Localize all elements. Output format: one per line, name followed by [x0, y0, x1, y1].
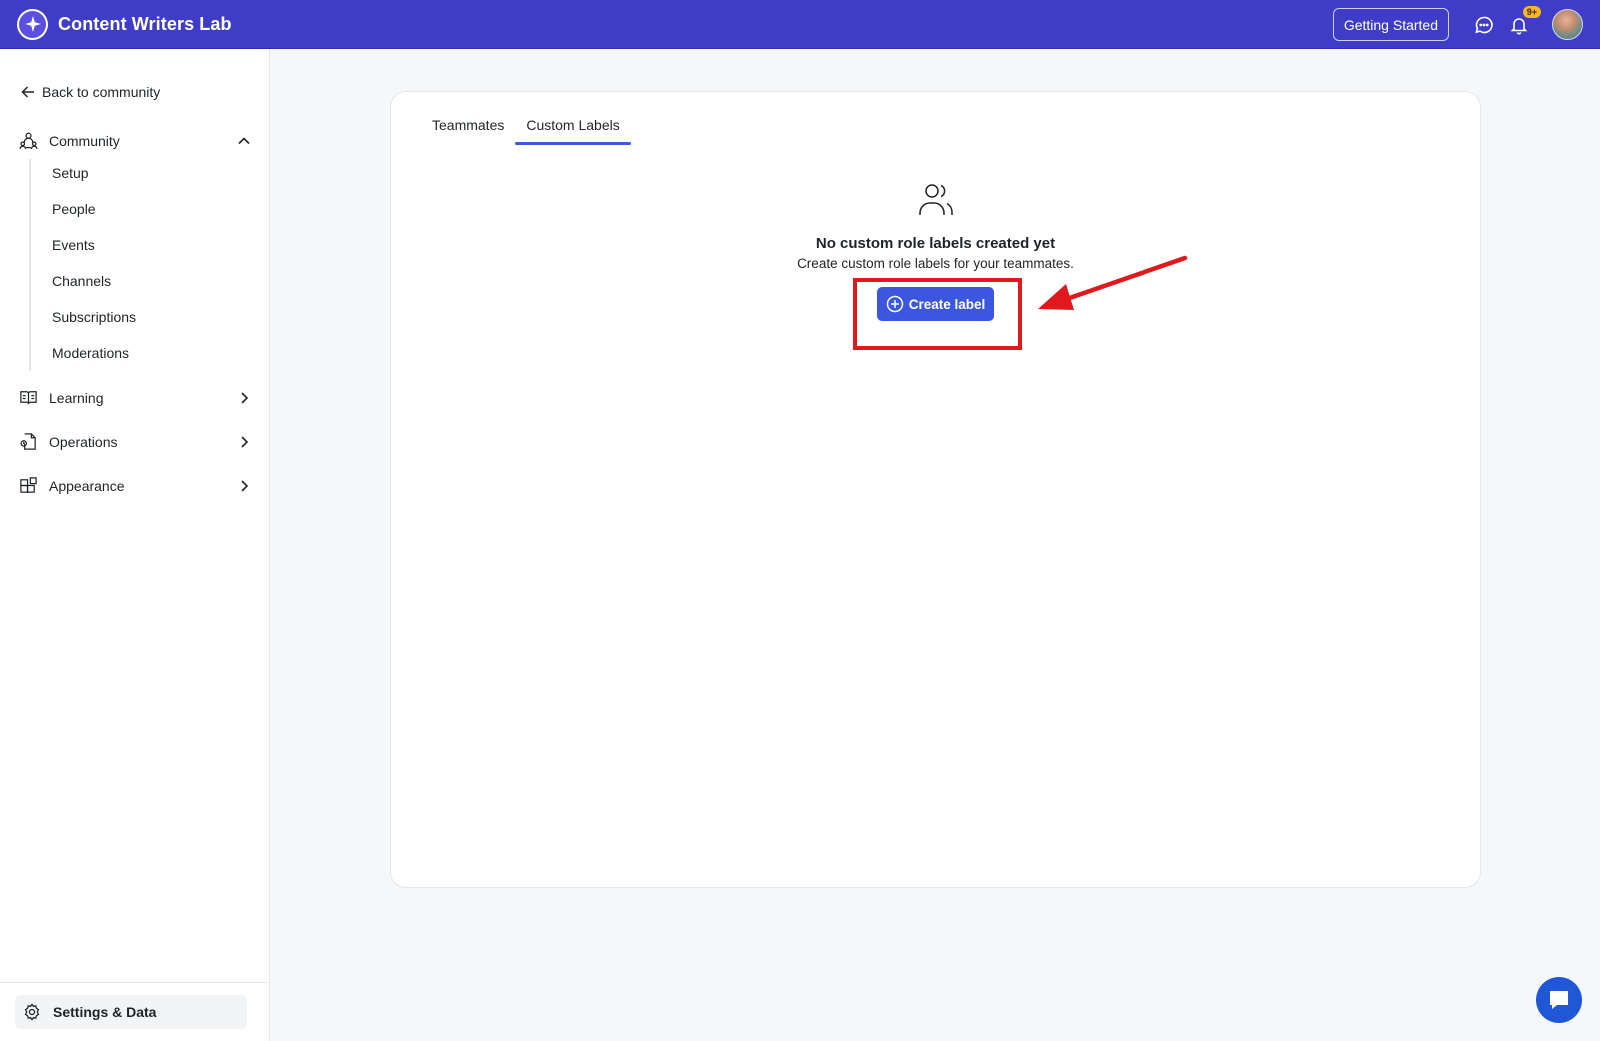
appearance-icon — [20, 477, 37, 493]
users-icon — [918, 184, 953, 215]
sidebar-section-operations-label: Operations — [49, 433, 118, 450]
book-icon — [20, 391, 37, 405]
sidebar-section-appearance[interactable]: Appearance — [19, 476, 251, 495]
notification-bell-icon[interactable]: 9+ — [1508, 4, 1542, 36]
sidebar: Back to community Community Setup People… — [0, 49, 270, 1041]
sidebar-divider — [0, 982, 269, 983]
highlight-annotation-box — [853, 278, 1022, 350]
getting-started-button[interactable]: Getting Started — [1332, 8, 1449, 41]
settings-and-data-button[interactable]: Settings & Data — [15, 995, 247, 1029]
chevron-up-icon — [238, 136, 250, 144]
top-navigation-bar: Content Writers Lab Getting Started 9+ — [0, 0, 1600, 49]
support-chat-button[interactable] — [1536, 977, 1582, 1023]
sidebar-item-setup[interactable]: Setup — [52, 165, 89, 181]
brand-name: Content Writers Lab — [58, 13, 232, 34]
settings-and-data-label: Settings & Data — [53, 1004, 157, 1020]
chevron-right-icon — [241, 479, 249, 492]
sidebar-item-subscriptions[interactable]: Subscriptions — [52, 309, 136, 325]
sidebar-section-community-label: Community — [49, 132, 120, 149]
sidebar-section-appearance-label: Appearance — [49, 477, 125, 494]
brand-logo-icon — [17, 8, 48, 40]
community-icon — [19, 132, 38, 150]
sidebar-item-events[interactable]: Events — [52, 237, 95, 253]
sidebar-item-people[interactable]: People — [52, 201, 96, 217]
gear-icon — [24, 1003, 40, 1021]
red-arrow-annotation — [1038, 255, 1188, 310]
back-to-community-link[interactable]: Back to community — [21, 84, 160, 100]
chevron-right-icon — [241, 391, 249, 404]
tab-custom-labels[interactable]: Custom Labels — [515, 117, 632, 145]
sidebar-item-moderations[interactable]: Moderations — [52, 345, 129, 361]
tab-teammates[interactable]: Teammates — [421, 117, 515, 145]
brand[interactable]: Content Writers Lab — [17, 8, 232, 40]
arrow-left-icon — [21, 86, 34, 98]
notification-badge: 9+ — [1521, 4, 1542, 19]
sidebar-section-community[interactable]: Community — [19, 131, 251, 150]
community-sub-list: Setup People Events Channels Subscriptio… — [29, 159, 229, 371]
sidebar-item-channels[interactable]: Channels — [52, 273, 111, 289]
chat-icon[interactable] — [1473, 14, 1495, 36]
empty-state-title: No custom role labels created yet — [815, 235, 1056, 252]
user-avatar[interactable] — [1552, 9, 1583, 40]
custom-labels-card: Teammates Custom Labels No custom role l… — [390, 91, 1481, 888]
chat-bubble-icon — [1550, 991, 1568, 1009]
sidebar-section-operations[interactable]: Operations — [19, 432, 251, 451]
tabs: Teammates Custom Labels — [421, 117, 632, 145]
back-to-community-label: Back to community — [42, 84, 161, 100]
sidebar-section-learning-label: Learning — [49, 389, 104, 406]
sidebar-section-learning[interactable]: Learning — [19, 388, 251, 407]
chevron-right-icon — [241, 435, 249, 448]
operations-icon — [20, 433, 36, 450]
